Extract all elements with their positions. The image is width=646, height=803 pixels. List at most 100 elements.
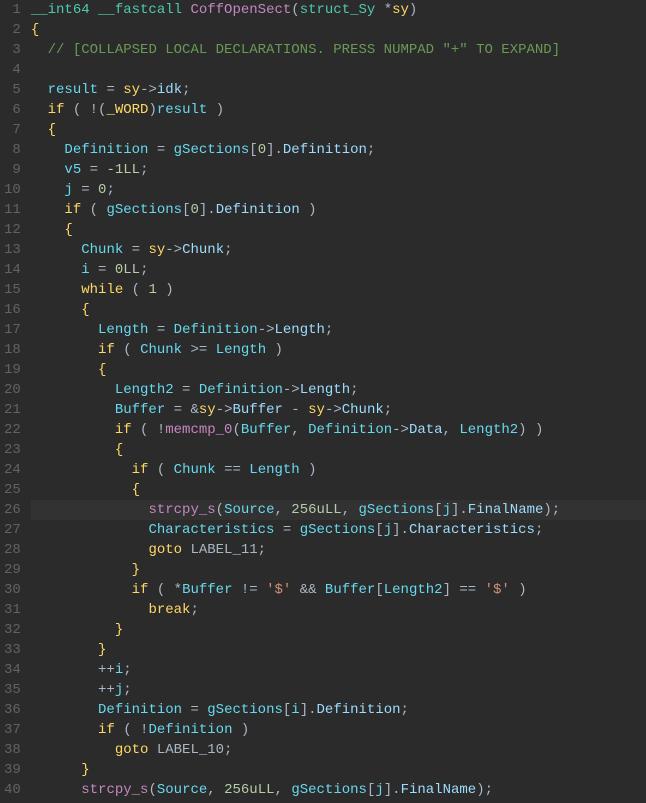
code-line[interactable]: {: [31, 440, 646, 460]
code-token: struct_Sy: [300, 2, 384, 18]
code-token: !=: [232, 582, 266, 598]
code-line[interactable]: }: [31, 760, 646, 780]
code-line[interactable]: Characteristics = gSections[j].Character…: [31, 520, 646, 540]
code-line[interactable]: while ( 1 ): [31, 280, 646, 300]
code-line[interactable]: v5 = -1LL;: [31, 160, 646, 180]
code-line[interactable]: {: [31, 360, 646, 380]
code-token: if: [98, 342, 115, 358]
code-token: result: [157, 102, 207, 118]
code-token: (: [81, 202, 106, 218]
code-line[interactable]: if ( Chunk >= Length ): [31, 340, 646, 360]
code-token: Length2: [115, 382, 174, 398]
code-token: j: [443, 502, 451, 518]
code-token: [31, 442, 115, 458]
code-token: ): [510, 582, 527, 598]
code-token: Definition: [199, 382, 283, 398]
code-line[interactable]: if ( !(_WORD)result ): [31, 100, 646, 120]
code-line[interactable]: {: [31, 480, 646, 500]
code-token: __int64 __fastcall: [31, 2, 191, 18]
code-line[interactable]: i = 0LL;: [31, 260, 646, 280]
code-line[interactable]: Length = Definition->Length;: [31, 320, 646, 340]
code-token: Source: [157, 782, 207, 798]
code-line[interactable]: j = 0;: [31, 180, 646, 200]
line-number: 7: [4, 120, 21, 140]
line-number: 15: [4, 280, 21, 300]
code-token: [31, 322, 98, 338]
code-line[interactable]: strcpy_s(Source, 256uLL, gSections[j].Fi…: [31, 780, 646, 800]
code-token: if: [132, 582, 149, 598]
code-editor[interactable]: 1234567891011121314151617181920212223242…: [0, 0, 646, 803]
code-line[interactable]: // [COLLAPSED LOCAL DECLARATIONS. PRESS …: [31, 40, 646, 60]
line-number: 2: [4, 20, 21, 40]
code-token: v5: [64, 162, 81, 178]
code-line[interactable]: if ( !memcmp_0(Buffer, Definition->Data,…: [31, 420, 646, 440]
code-token: strcpy_s: [148, 502, 215, 518]
code-line[interactable]: strcpy_s(Source, 256uLL, gSections[j].Fi…: [31, 500, 646, 520]
line-number: 5: [4, 80, 21, 100]
code-token: Chunk: [140, 342, 182, 358]
code-token: (: [232, 422, 240, 438]
line-number: 40: [4, 780, 21, 800]
code-line[interactable]: Definition = gSections[0].Definition;: [31, 140, 646, 160]
code-token: ++: [31, 662, 115, 678]
line-number: 24: [4, 460, 21, 480]
code-line[interactable]: if ( gSections[0].Definition ): [31, 200, 646, 220]
code-line[interactable]: ++j;: [31, 680, 646, 700]
code-line[interactable]: Length2 = Definition->Length;: [31, 380, 646, 400]
code-line[interactable]: {: [31, 120, 646, 140]
code-token: &&: [291, 582, 325, 598]
code-token: [31, 222, 65, 238]
code-line[interactable]: Definition = gSections[i].Definition;: [31, 700, 646, 720]
code-token: Length: [98, 322, 148, 338]
code-token: [31, 482, 132, 498]
line-number: 25: [4, 480, 21, 500]
code-line[interactable]: if ( Chunk == Length ): [31, 460, 646, 480]
code-line[interactable]: {: [31, 220, 646, 240]
line-number: 10: [4, 180, 21, 200]
code-token: [31, 562, 132, 578]
code-token: Length2: [459, 422, 518, 438]
code-line[interactable]: break;: [31, 600, 646, 620]
code-token: FinalName: [468, 502, 544, 518]
code-line[interactable]: }: [31, 620, 646, 640]
code-token: result: [48, 82, 98, 98]
code-token: Chunk: [342, 402, 384, 418]
code-line[interactable]: result = sy->idk;: [31, 80, 646, 100]
code-token: =: [274, 522, 299, 538]
code-token: [: [375, 582, 383, 598]
code-token: [31, 262, 81, 278]
code-content[interactable]: __int64 __fastcall CoffOpenSect(struct_S…: [29, 0, 646, 803]
code-line[interactable]: if ( !Definition ): [31, 720, 646, 740]
code-token: ): [300, 202, 317, 218]
code-line[interactable]: {: [31, 20, 646, 40]
code-token: ): [207, 102, 224, 118]
code-line[interactable]: goto LABEL_11;: [31, 540, 646, 560]
code-token: ): [300, 462, 317, 478]
code-line[interactable]: }: [31, 560, 646, 580]
code-line[interactable]: __int64 __fastcall CoffOpenSect(struct_S…: [31, 0, 646, 20]
code-token: ;: [367, 142, 375, 158]
code-token: j: [115, 682, 123, 698]
code-token: ): [409, 2, 417, 18]
line-number: 4: [4, 60, 21, 80]
code-line[interactable]: goto LABEL_10;: [31, 740, 646, 760]
code-line[interactable]: Buffer = &sy->Buffer - sy->Chunk;: [31, 400, 646, 420]
code-token: [31, 642, 98, 658]
code-token: ): [148, 102, 156, 118]
code-line[interactable]: {: [31, 300, 646, 320]
code-token: [31, 602, 149, 618]
code-line[interactable]: ++i;: [31, 660, 646, 680]
code-token: *: [384, 2, 392, 18]
code-token: goto: [148, 542, 182, 558]
code-token: idk: [157, 82, 182, 98]
code-token: gSections: [359, 502, 435, 518]
code-token: [31, 702, 98, 718]
code-token: if: [64, 202, 81, 218]
code-token: [31, 122, 48, 138]
code-line[interactable]: Chunk = sy->Chunk;: [31, 240, 646, 260]
code-line[interactable]: }: [31, 640, 646, 660]
code-line[interactable]: if ( *Buffer != '$' && Buffer[Length2] =…: [31, 580, 646, 600]
code-token: ,: [291, 422, 308, 438]
code-line[interactable]: [31, 60, 646, 80]
code-token: _WORD: [106, 102, 148, 118]
